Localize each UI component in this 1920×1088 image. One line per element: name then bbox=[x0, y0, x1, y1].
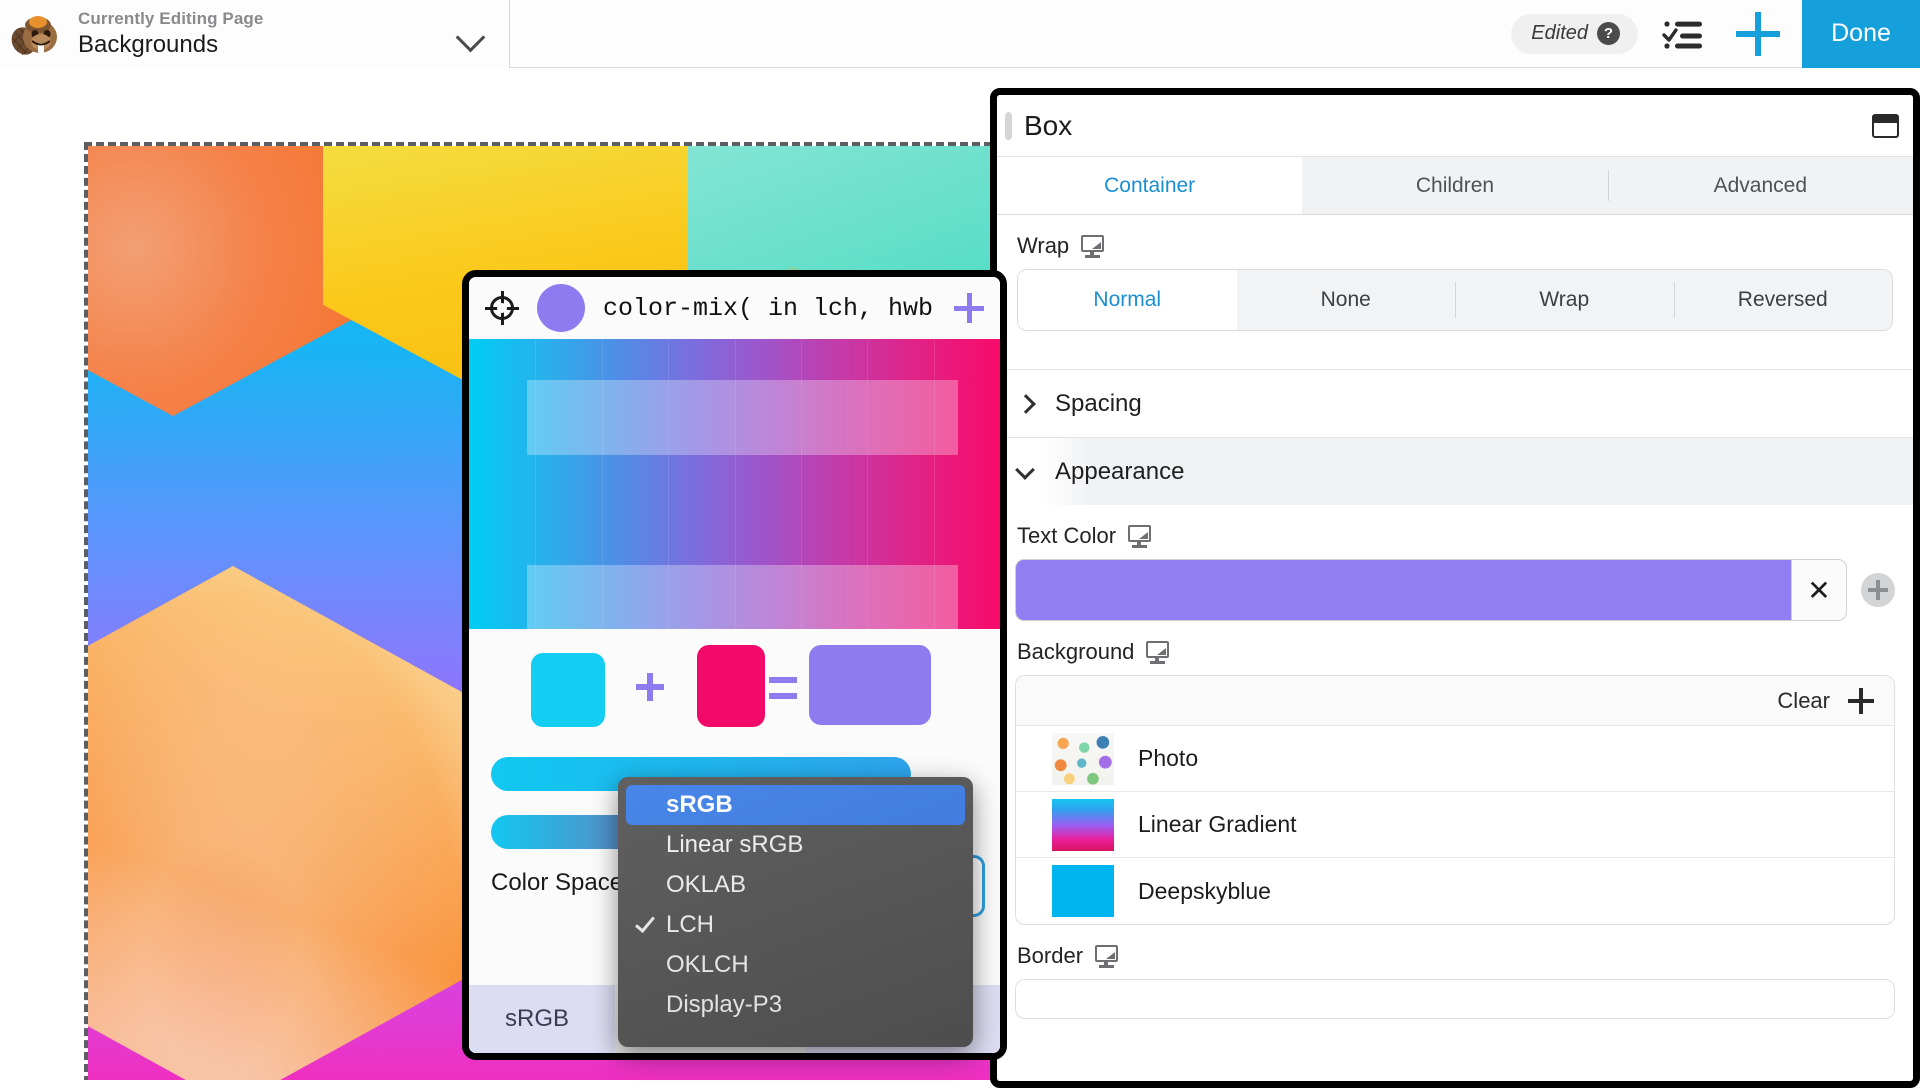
page-title: Box bbox=[1024, 109, 1073, 141]
wrap-option-normal[interactable]: Normal bbox=[1018, 270, 1237, 330]
list-item[interactable]: Linear Gradient bbox=[1016, 792, 1894, 858]
plus-icon[interactable] bbox=[1848, 687, 1874, 714]
menu-item-display-p3[interactable]: Display-P3 bbox=[626, 985, 965, 1025]
wrap-label: Wrap bbox=[1017, 233, 1070, 258]
background-label: Background bbox=[1017, 639, 1135, 664]
border-label: Border bbox=[1017, 943, 1084, 968]
background-item-label: Linear Gradient bbox=[1138, 811, 1297, 837]
screen-icon[interactable] bbox=[1146, 641, 1170, 664]
inspector-tabs: Container Children Advanced bbox=[997, 157, 1913, 215]
gradient-overlay-band bbox=[527, 565, 958, 629]
section-spacing[interactable]: Spacing bbox=[997, 369, 1913, 437]
page-kicker: Currently Editing Page bbox=[78, 8, 264, 28]
list-item[interactable]: Deepskyblue bbox=[1016, 858, 1894, 924]
crosshair-target-icon[interactable] bbox=[485, 291, 519, 325]
wrap-option-wrap[interactable]: Wrap bbox=[1455, 270, 1674, 330]
plus-icon[interactable] bbox=[954, 293, 984, 323]
border-control-placeholder[interactable] bbox=[1015, 979, 1895, 1019]
source-color-a-swatch[interactable] bbox=[531, 653, 605, 727]
background-layer-list: Clear Photo Linear Gradient Deepskyblue bbox=[1015, 675, 1895, 925]
menu-item-label: OKLAB bbox=[666, 871, 747, 898]
inspector-panel: Box Container Children Advanced Wrap Nor… bbox=[990, 88, 1920, 1088]
color-expression-text[interactable]: color-mix( in lch, hwb( bbox=[603, 294, 936, 323]
inspector-body: Wrap Normal None Wrap Reversed Spacing A… bbox=[997, 215, 1913, 1081]
background-item-label: Deepskyblue bbox=[1138, 877, 1271, 904]
photo-thumbnail bbox=[1052, 732, 1114, 785]
spacing-label: Spacing bbox=[1055, 389, 1142, 417]
close-icon[interactable]: ✕ bbox=[1791, 559, 1847, 621]
text-color-label: Text Color bbox=[1017, 523, 1117, 548]
tab-advanced[interactable]: Advanced bbox=[1607, 157, 1913, 214]
page-label-group: Currently Editing Page Backgrounds bbox=[78, 9, 453, 59]
page-title: Backgrounds bbox=[78, 30, 219, 58]
gradient-overlay-band bbox=[527, 379, 958, 455]
done-button[interactable]: Done bbox=[1802, 0, 1920, 68]
tab-children[interactable]: Children bbox=[1302, 157, 1608, 214]
background-field-label: Background bbox=[997, 621, 1913, 675]
status-badge[interactable]: Edited ? bbox=[1511, 13, 1638, 54]
gradient-thumbnail bbox=[1052, 798, 1114, 851]
menu-item-oklch[interactable]: OKLCH bbox=[626, 945, 965, 985]
wrap-option-reversed[interactable]: Reversed bbox=[1673, 270, 1892, 330]
menu-item-linear-srgb[interactable]: Linear sRGB bbox=[626, 825, 965, 865]
chevron-right-icon bbox=[1017, 396, 1033, 412]
page-selector[interactable]: Currently Editing Page Backgrounds bbox=[0, 0, 510, 68]
panel-layout-icon[interactable] bbox=[1872, 113, 1899, 138]
appearance-label: Appearance bbox=[1055, 457, 1185, 485]
text-color-swatch[interactable] bbox=[1015, 559, 1791, 621]
menu-item-srgb[interactable]: sRGB bbox=[626, 785, 965, 825]
border-field-label: Border bbox=[997, 925, 1913, 979]
screen-icon[interactable] bbox=[1081, 235, 1105, 258]
plus-icon[interactable] bbox=[1736, 11, 1780, 56]
help-icon[interactable]: ? bbox=[1597, 21, 1620, 45]
hexagon-peach-overlay bbox=[88, 566, 478, 1080]
text-color-field-label: Text Color bbox=[997, 505, 1913, 559]
chevron-down-icon bbox=[1017, 464, 1033, 480]
toolbar-actions: Edited ? Done bbox=[1511, 0, 1920, 68]
menu-item-label: Display-P3 bbox=[666, 991, 783, 1018]
app-toolbar: Currently Editing Page Backgrounds Edite… bbox=[0, 0, 1920, 68]
color-mix-header: color-mix( in lch, hwb( bbox=[469, 277, 1000, 339]
source-color-b-swatch[interactable] bbox=[697, 645, 765, 727]
footer-color-space-label: sRGB bbox=[505, 1005, 570, 1032]
beaver-logo-icon bbox=[10, 7, 64, 61]
result-color-swatch[interactable] bbox=[809, 645, 931, 725]
background-list-header: Clear bbox=[1016, 676, 1894, 726]
menu-item-oklab[interactable]: OKLAB bbox=[626, 865, 965, 905]
plus-operator-icon bbox=[636, 673, 664, 701]
wrap-segmented-control: Normal None Wrap Reversed bbox=[1017, 269, 1893, 331]
color-preview-dot[interactable] bbox=[537, 284, 585, 332]
menu-item-label: Linear sRGB bbox=[666, 831, 804, 858]
section-appearance[interactable]: Appearance bbox=[997, 437, 1913, 505]
screen-icon[interactable] bbox=[1095, 945, 1119, 968]
wrap-option-none[interactable]: None bbox=[1236, 270, 1455, 330]
checkmark-icon bbox=[635, 912, 655, 933]
edited-label: Edited bbox=[1531, 21, 1588, 44]
background-item-label: Photo bbox=[1138, 745, 1199, 771]
menu-item-label: LCH bbox=[666, 911, 715, 938]
outline-list-icon[interactable] bbox=[1662, 16, 1708, 52]
wrap-field-label: Wrap bbox=[997, 215, 1913, 269]
menu-item-label: OKLCH bbox=[666, 951, 749, 978]
chevron-down-icon[interactable] bbox=[453, 17, 487, 51]
drag-handle[interactable] bbox=[1005, 111, 1012, 140]
clear-button[interactable]: Clear bbox=[1777, 688, 1830, 714]
menu-item-label: sRGB bbox=[666, 791, 733, 818]
solid-color-thumbnail bbox=[1052, 865, 1114, 917]
text-color-row: ✕ bbox=[1015, 559, 1895, 621]
color-space-dropdown-menu: sRGB Linear sRGB OKLAB LCH OKLCH Display… bbox=[618, 777, 973, 1047]
list-item[interactable]: Photo bbox=[1016, 726, 1894, 792]
color-space-label: Color Space bbox=[491, 869, 624, 896]
menu-item-lch[interactable]: LCH bbox=[626, 905, 965, 945]
screen-icon[interactable] bbox=[1128, 525, 1152, 548]
add-circle-icon[interactable] bbox=[1861, 573, 1895, 607]
inspector-header: Box bbox=[997, 95, 1913, 157]
equals-operator-icon bbox=[769, 677, 797, 699]
color-mix-gradient-grid[interactable] bbox=[469, 339, 1000, 629]
tab-container[interactable]: Container bbox=[997, 157, 1303, 214]
